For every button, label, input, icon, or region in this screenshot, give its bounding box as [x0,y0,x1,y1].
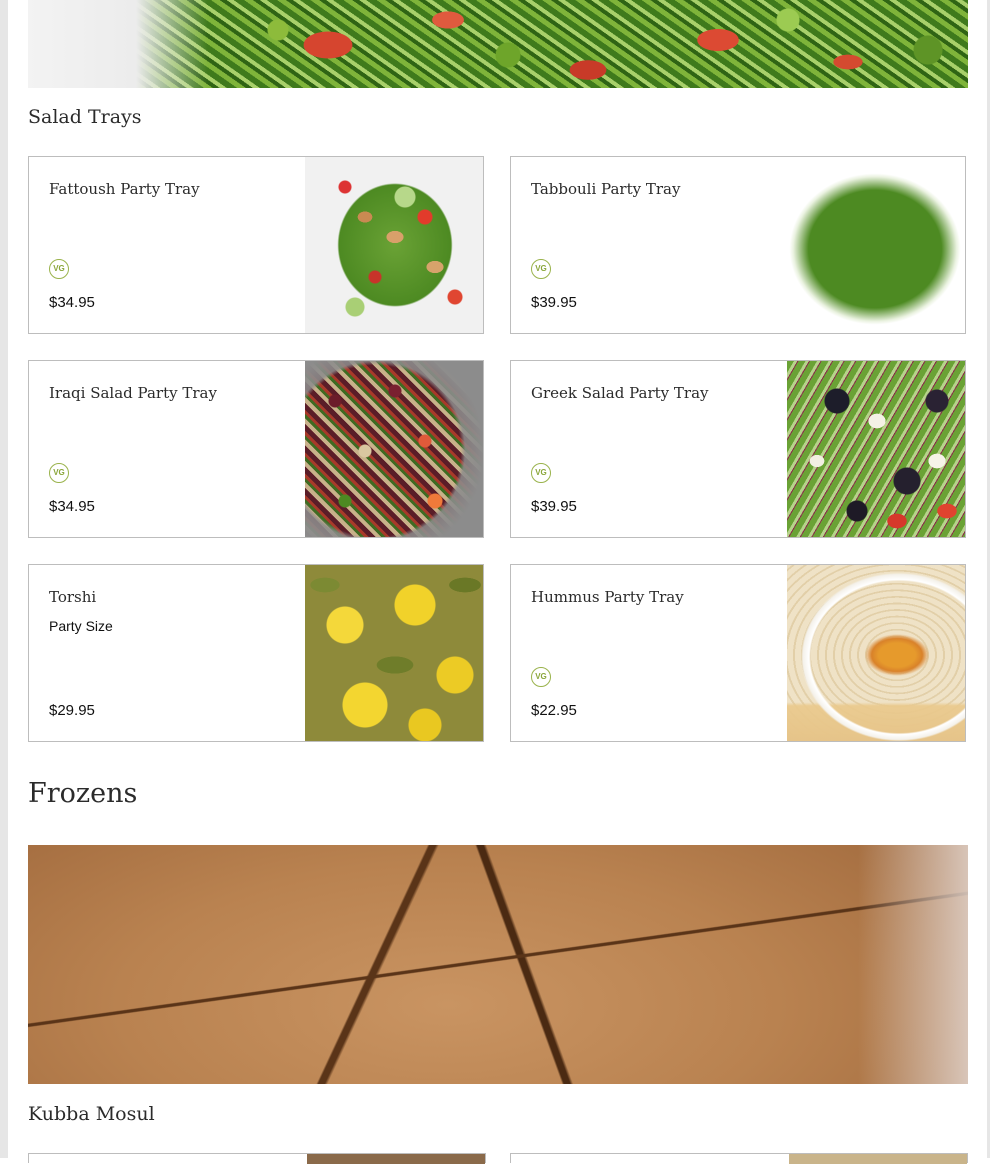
vegan-badge-icon: VG [531,667,551,687]
vegan-badge-icon: VG [49,463,69,483]
menu-item-name: Iraqi Salad Party Tray [49,384,217,402]
menu-item-card-partial[interactable] [28,1153,486,1164]
menu-item-name: Greek Salad Party Tray [531,384,709,402]
section-title-salad-trays: Salad Trays [28,106,142,128]
menu-item-card[interactable]: Fattoush Party Tray VG $34.95 [28,156,484,334]
menu-item-card[interactable]: Greek Salad Party Tray VG $39.95 [510,360,966,538]
menu-item-name: Torshi [49,588,97,606]
menu-item-price: $22.95 [531,702,577,719]
iraqi-salad-image [305,361,483,537]
menu-item-image [789,1154,967,1164]
menu-item-card[interactable]: Iraqi Salad Party Tray VG $34.95 [28,360,484,538]
menu-item-card[interactable]: Torshi Party Size $29.95 [28,564,484,742]
menu-item-image [307,1154,485,1164]
section-title-frozens: Frozens [28,778,138,809]
greek-salad-image [787,361,965,537]
menu-item-price: $29.95 [49,702,95,719]
menu-item-price: $39.95 [531,294,577,311]
menu-item-card[interactable]: Tabbouli Party Tray VG $39.95 [510,156,966,334]
frozens-hero-image [28,845,968,1084]
menu-item-name: Tabbouli Party Tray [531,180,681,198]
menu-item-price: $39.95 [531,498,577,515]
salad-trays-hero-image [28,0,968,88]
vegan-badge-icon: VG [531,259,551,279]
vegan-badge-icon: VG [531,463,551,483]
hummus-image [787,565,965,741]
menu-item-description: Party Size [49,618,113,634]
vegan-badge-icon: VG [49,259,69,279]
menu-item-price: $34.95 [49,498,95,515]
page-left-gutter [0,0,8,1158]
menu-item-name: Fattoush Party Tray [49,180,200,198]
menu-item-price: $34.95 [49,294,95,311]
torshi-image [305,565,483,741]
menu-item-name: Hummus Party Tray [531,588,684,606]
section-title-kubba-mosul: Kubba Mosul [28,1103,155,1125]
tabbouli-image [787,157,965,333]
fattoush-image [305,157,483,333]
menu-item-card-partial[interactable] [510,1153,968,1164]
menu-item-card[interactable]: Hummus Party Tray VG $22.95 [510,564,966,742]
